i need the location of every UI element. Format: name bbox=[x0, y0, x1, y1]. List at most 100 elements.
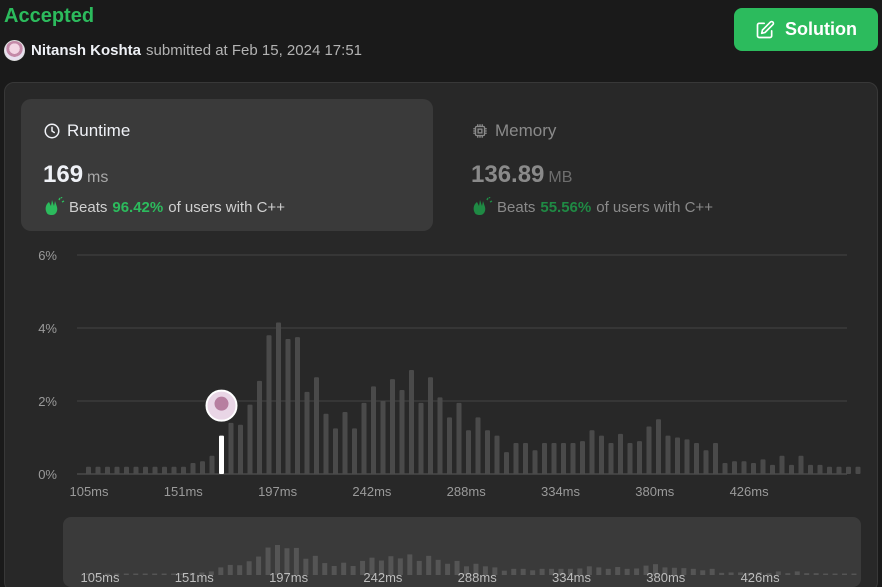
chart-bar[interactable] bbox=[618, 433, 623, 474]
chart-bar[interactable] bbox=[456, 402, 462, 474]
chart-bar[interactable] bbox=[561, 442, 566, 474]
chart-bar[interactable] bbox=[124, 466, 129, 474]
chart-bar[interactable] bbox=[580, 441, 585, 474]
solution-button[interactable]: Solution bbox=[734, 8, 878, 51]
chart-bar[interactable] bbox=[238, 424, 243, 474]
chart-bar[interactable] bbox=[352, 428, 357, 474]
chart-bar[interactable] bbox=[532, 450, 538, 474]
chart-bar[interactable] bbox=[86, 466, 91, 474]
username-link[interactable]: Nitansh Koshta bbox=[31, 42, 141, 59]
chart-bar[interactable] bbox=[855, 466, 861, 474]
chart-bar[interactable] bbox=[133, 466, 139, 474]
chart-bar[interactable] bbox=[209, 455, 215, 474]
chart-bar[interactable] bbox=[722, 463, 728, 474]
chart-bar[interactable] bbox=[466, 430, 471, 474]
chart-bar[interactable] bbox=[827, 466, 832, 474]
mini-bar bbox=[435, 559, 441, 575]
highlight-bar[interactable] bbox=[219, 435, 224, 474]
chart-bar[interactable] bbox=[504, 452, 509, 474]
chart-bar[interactable] bbox=[798, 455, 804, 474]
chart-bar[interactable] bbox=[266, 335, 272, 474]
mini-bar bbox=[511, 568, 517, 575]
chart-bar[interactable] bbox=[779, 455, 785, 474]
chart-bar[interactable] bbox=[333, 428, 338, 474]
chart-bar[interactable] bbox=[276, 322, 281, 474]
mini-bar bbox=[331, 565, 337, 575]
chart-bar[interactable] bbox=[200, 461, 205, 474]
chart-bar[interactable] bbox=[646, 426, 652, 474]
chart-bar[interactable] bbox=[380, 401, 386, 474]
chart-bar[interactable] bbox=[390, 379, 395, 474]
chart-bar[interactable] bbox=[95, 466, 101, 474]
chart-bar[interactable] bbox=[675, 437, 680, 475]
chart-bar[interactable] bbox=[751, 463, 756, 474]
chart-bar[interactable] bbox=[485, 430, 490, 474]
chart-bar[interactable] bbox=[542, 442, 547, 474]
chart-bar[interactable] bbox=[760, 459, 766, 474]
chart-bar[interactable] bbox=[228, 422, 234, 474]
chart-bar[interactable] bbox=[570, 442, 576, 474]
chart-bar[interactable] bbox=[114, 466, 120, 474]
chart-bar[interactable] bbox=[409, 369, 414, 474]
chart-bar[interactable] bbox=[399, 390, 405, 474]
chart-bar[interactable] bbox=[789, 464, 794, 474]
chart-bar[interactable] bbox=[713, 442, 718, 474]
chart-bar[interactable] bbox=[143, 466, 148, 474]
chart-bar[interactable] bbox=[817, 464, 823, 474]
chart-bar[interactable] bbox=[247, 404, 253, 474]
chart-bar[interactable] bbox=[342, 411, 348, 474]
chart-bar[interactable] bbox=[171, 466, 177, 474]
runtime-distribution-chart[interactable]: 0% 2% 4% 6% 105ms 151ms 197ms 242ms 288ms 334ms 38… bbox=[5, 83, 879, 513]
mini-bar bbox=[596, 567, 602, 575]
mini-bar bbox=[416, 560, 422, 575]
chart-bar[interactable] bbox=[162, 466, 167, 474]
mini-bar bbox=[445, 563, 451, 575]
chart-bar[interactable] bbox=[684, 439, 690, 474]
chart-bar[interactable] bbox=[190, 463, 196, 474]
chart-bar[interactable] bbox=[694, 442, 699, 474]
chart-bar[interactable] bbox=[599, 435, 604, 474]
chart-bar[interactable] bbox=[257, 380, 262, 474]
chart-bar[interactable] bbox=[770, 464, 775, 474]
chart-bar[interactable] bbox=[181, 466, 186, 474]
range-selector-chart[interactable]: 105ms 151ms 197ms 242ms 288ms 334ms 380ms 426ms bbox=[63, 517, 861, 587]
chart-bar[interactable] bbox=[314, 377, 319, 474]
chart-bar[interactable] bbox=[656, 419, 661, 474]
chart-bar[interactable] bbox=[703, 450, 709, 474]
chart-bar[interactable] bbox=[152, 466, 158, 474]
range-selector[interactable]: 105ms 151ms 197ms 242ms 288ms 334ms 380ms 426ms bbox=[63, 517, 861, 587]
chart-bar[interactable] bbox=[523, 442, 528, 474]
chart-bar[interactable] bbox=[105, 466, 110, 474]
x-tick-label: 242ms bbox=[352, 484, 392, 499]
chart-bar[interactable] bbox=[836, 466, 842, 474]
chart-bar[interactable] bbox=[475, 417, 481, 474]
chart-bar[interactable] bbox=[551, 442, 557, 474]
chart-bar[interactable] bbox=[494, 435, 500, 474]
chart-bar[interactable] bbox=[846, 466, 851, 474]
chart-bar[interactable] bbox=[295, 337, 300, 474]
chart-bar[interactable] bbox=[665, 435, 671, 474]
chart-bar[interactable] bbox=[428, 377, 433, 474]
chart-bar[interactable] bbox=[447, 417, 452, 474]
mini-bar bbox=[728, 572, 734, 575]
chart-bar[interactable] bbox=[371, 386, 376, 474]
mini-bar bbox=[123, 573, 129, 575]
chart-bar[interactable] bbox=[637, 441, 642, 474]
chart-bar[interactable] bbox=[627, 442, 633, 474]
avatar[interactable] bbox=[4, 39, 25, 61]
chart-bar[interactable] bbox=[323, 413, 329, 474]
chart-bar[interactable] bbox=[513, 442, 519, 474]
chart-bar[interactable] bbox=[437, 397, 443, 474]
chart-bar[interactable] bbox=[589, 430, 595, 474]
chart-bar[interactable] bbox=[741, 461, 747, 474]
chart-bar[interactable] bbox=[304, 391, 310, 474]
chart-bar[interactable] bbox=[361, 402, 367, 474]
y-tick-label: 6% bbox=[38, 248, 57, 263]
chart-bar[interactable] bbox=[808, 464, 813, 474]
chart-bar[interactable] bbox=[285, 338, 291, 474]
mini-bar bbox=[832, 573, 838, 575]
mini-bar bbox=[634, 568, 640, 575]
chart-bar[interactable] bbox=[608, 442, 614, 474]
chart-bar[interactable] bbox=[732, 461, 737, 474]
chart-bar[interactable] bbox=[418, 402, 424, 474]
